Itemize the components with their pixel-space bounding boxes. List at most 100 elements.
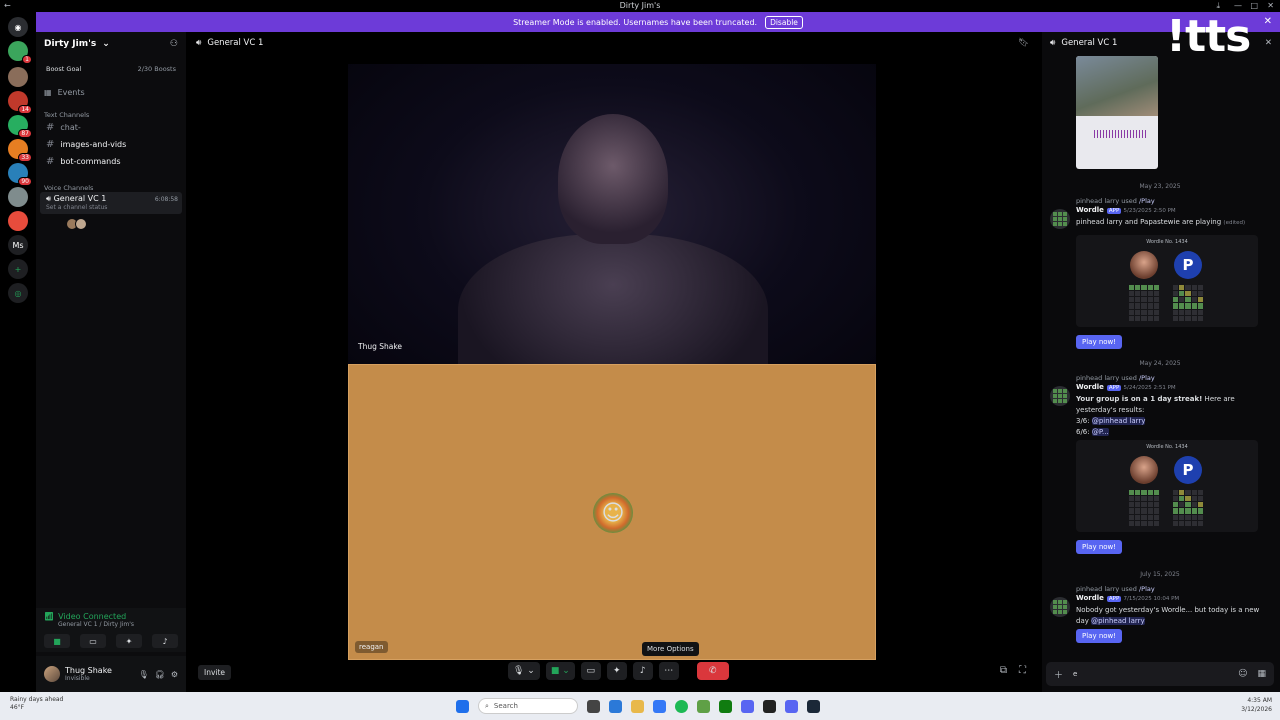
xbox-icon[interactable] <box>719 699 732 713</box>
events-item[interactable]: ▦ Events <box>36 88 186 97</box>
weather-widget[interactable]: Rainy days ahead 46°F <box>10 696 63 712</box>
headphones-icon[interactable]: 🎧︎ <box>155 670 165 679</box>
invite-button[interactable]: Invite <box>198 665 232 680</box>
download-icon[interactable]: ⤓ <box>1216 0 1220 11</box>
close-banner-icon[interactable]: ✕ <box>1264 16 1272 27</box>
steam-icon[interactable] <box>807 699 820 713</box>
pop-out-icon[interactable]: ⧉ <box>1000 665 1007 676</box>
github-icon[interactable] <box>763 699 776 713</box>
avatar[interactable] <box>44 666 60 682</box>
play-now-button[interactable]: Play now! <box>1076 335 1123 349</box>
camera-button[interactable]: ■ <box>44 634 70 648</box>
gear-icon[interactable]: ⚙ <box>171 670 178 679</box>
used-user[interactable]: pinhead larry <box>1076 374 1119 382</box>
used-user[interactable]: pinhead larry <box>1076 197 1119 205</box>
minimize-icon[interactable]: — <box>1234 0 1242 11</box>
server-icon[interactable] <box>8 67 28 87</box>
voice-channel-general-vc-1[interactable]: 🔊︎ General VC 1 Set a channel status 6:0… <box>40 192 182 214</box>
teams-icon[interactable] <box>741 699 754 713</box>
windows-start-icon[interactable] <box>456 699 469 713</box>
server-icon-ms[interactable]: Ms <box>8 235 28 255</box>
voice-channels-category[interactable]: Voice Channels <box>36 184 186 192</box>
connection-location[interactable]: General VC 1 / Dirty Jim's <box>58 621 178 628</box>
server-header[interactable]: Dirty Jim's ⌄ ⚇ <box>36 32 186 56</box>
soundboard-button[interactable]: ♪ <box>152 634 178 648</box>
bot-name[interactable]: Wordle <box>1076 383 1104 391</box>
add-server-icon[interactable]: + <box>8 259 28 279</box>
bot-name[interactable]: Wordle <box>1076 206 1104 214</box>
maximize-icon[interactable]: □ <box>1250 0 1258 11</box>
file-explorer-icon[interactable] <box>631 699 644 713</box>
chat-message: pinhead larry used /Play Wordle APP 5/23/… <box>1046 197 1274 349</box>
add-attachment-icon[interactable]: ＋ <box>1054 668 1063 681</box>
text-channels-category[interactable]: Text Channels <box>36 111 186 119</box>
spotify-icon[interactable] <box>675 699 688 713</box>
apps-icon[interactable]: ▦ <box>1257 669 1266 679</box>
video-tile-camera[interactable] <box>348 64 876 392</box>
emoji-icon[interactable]: ☺ <box>1238 669 1247 679</box>
disable-streamer-mode-button[interactable]: Disable <box>765 15 803 29</box>
play-now-button[interactable]: Play now! <box>1076 540 1123 554</box>
server-list: ◉ 1 14 87 33 90 Ms + ◎ <box>0 11 36 692</box>
store-icon[interactable] <box>653 699 666 713</box>
soundboard-button[interactable]: ♪ <box>632 662 653 680</box>
edge-icon[interactable] <box>609 699 622 713</box>
discover-icon[interactable]: ◎ <box>8 283 28 303</box>
video-tile-avatar[interactable]: ☺ reagan <box>348 364 876 660</box>
disconnect-button[interactable]: ✆ <box>696 662 729 680</box>
server-icon[interactable]: 33 <box>8 139 32 162</box>
camera-toggle-button[interactable]: ■ ⌄ <box>545 662 575 680</box>
server-icon[interactable]: 87 <box>8 115 32 138</box>
bot-name[interactable]: Wordle <box>1076 594 1104 602</box>
command-name[interactable]: /Play <box>1139 374 1155 382</box>
system-tray[interactable]: 4:35 AM 3/12/2026 <box>1241 696 1272 714</box>
media-attachment[interactable] <box>1076 56 1158 169</box>
message-body: pinhead larry and Papastewie are playing <box>1076 218 1222 226</box>
wordle-card[interactable]: Wordle No. 1434 P <box>1076 235 1258 327</box>
used-user[interactable]: pinhead larry <box>1076 585 1119 593</box>
user-mention[interactable]: @pinhead larry <box>1091 417 1146 425</box>
bookmark-icon[interactable]: 🔖︎ <box>1018 38 1029 48</box>
home-icon[interactable]: ◉ <box>8 17 28 37</box>
server-icon[interactable]: 14 <box>8 91 32 114</box>
user-mention[interactable]: @P... <box>1091 428 1109 436</box>
server-icon[interactable]: 90 <box>8 163 32 186</box>
server-icon[interactable] <box>8 211 28 231</box>
wordle-bot-avatar[interactable] <box>1050 386 1070 406</box>
server-icon[interactable]: 1 <box>8 41 32 64</box>
taskbar-search[interactable]: ⌕ Search <box>478 698 578 714</box>
boost-goal[interactable]: Boost Goal 2/30 Boosts <box>42 62 180 76</box>
back-icon[interactable]: ← <box>4 0 11 11</box>
channel-chat[interactable]: # chat- <box>36 119 186 136</box>
play-now-button[interactable]: Play now! <box>1076 629 1123 643</box>
close-icon[interactable]: ✕ <box>1265 38 1272 48</box>
channel-images-and-vids[interactable]: # images-and-vids <box>36 136 186 153</box>
screen-share-button[interactable]: ▭ <box>580 662 601 680</box>
server-icon[interactable] <box>8 187 28 207</box>
task-view-icon[interactable] <box>587 699 600 713</box>
username[interactable]: Thug Shake <box>65 666 112 675</box>
avatar[interactable] <box>75 218 87 230</box>
wordle-bot-avatar[interactable] <box>1050 597 1070 617</box>
wordle-grid <box>1173 285 1203 321</box>
screen-share-button[interactable]: ▭ <box>80 634 106 648</box>
minecraft-icon[interactable] <box>697 699 710 713</box>
chat-input-value[interactable]: e <box>1073 670 1077 678</box>
wordle-bot-avatar[interactable] <box>1050 209 1070 229</box>
activities-button[interactable]: ✦ <box>116 634 142 648</box>
microphone-icon[interactable]: 🎙︎ <box>139 670 149 679</box>
channel-status[interactable]: Set a channel status <box>46 204 176 211</box>
command-name[interactable]: /Play <box>1139 585 1155 593</box>
mute-button[interactable]: 🎙︎ ⌄ <box>508 662 540 680</box>
activities-button[interactable]: ✦ <box>606 662 627 680</box>
discord-icon[interactable] <box>785 699 798 713</box>
wordle-card[interactable]: Wordle No. 1434 P <box>1076 440 1258 532</box>
fullscreen-icon[interactable]: ⛶ <box>1019 665 1026 676</box>
close-window-icon[interactable]: ✕ <box>1267 0 1274 11</box>
user-mention[interactable]: @pinhead larry <box>1091 617 1145 625</box>
add-friend-icon[interactable]: ⚇ <box>170 39 178 49</box>
command-name[interactable]: /Play <box>1139 197 1155 205</box>
channel-bot-commands[interactable]: # bot-commands <box>36 153 186 170</box>
more-options-button[interactable]: ⋯ <box>658 662 679 680</box>
chat-input[interactable]: ＋ e ☺ ▦ <box>1046 662 1274 686</box>
